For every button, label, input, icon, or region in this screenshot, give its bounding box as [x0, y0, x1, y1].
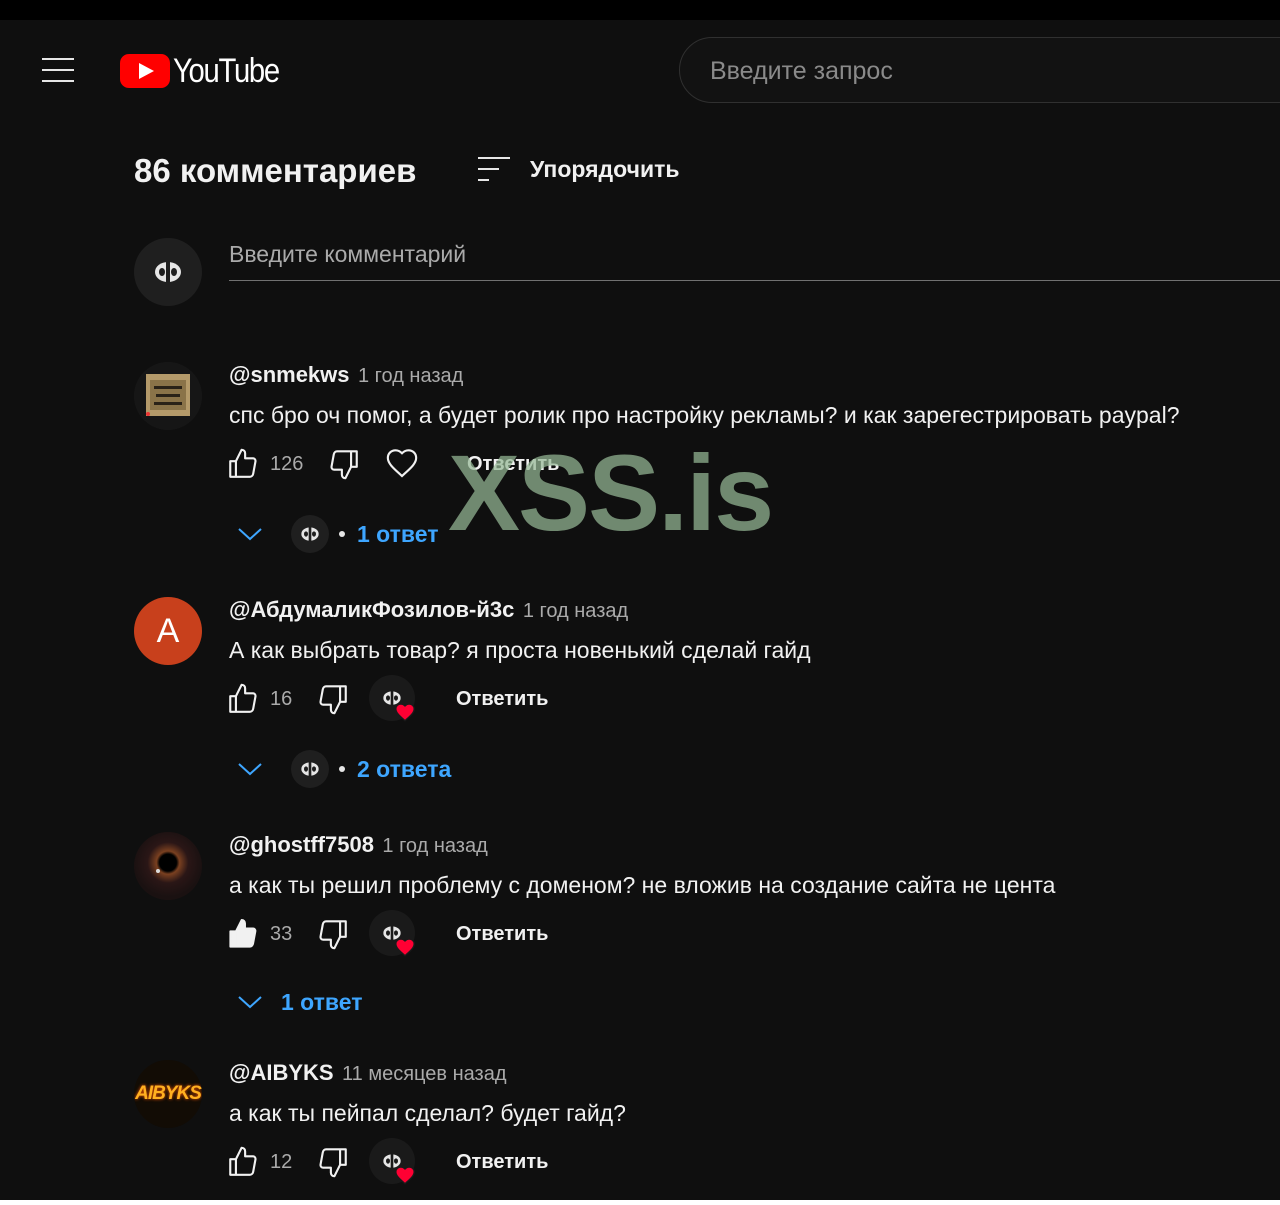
like-button[interactable]: [226, 1142, 260, 1182]
comment-author[interactable]: @snmekws: [229, 362, 350, 387]
comment-author[interactable]: @ghostff7508: [229, 832, 374, 857]
dislike-button[interactable]: [316, 914, 350, 954]
add-comment-input[interactable]: [229, 234, 1280, 274]
menu-icon[interactable]: [42, 58, 74, 82]
thumb-up-icon: [229, 1146, 257, 1176]
like-count: 12: [270, 1151, 293, 1173]
sort-icon: [478, 157, 510, 181]
thumb-down-icon: [319, 920, 347, 950]
thumb-down-icon: [319, 1148, 347, 1178]
like-count: 126: [270, 453, 304, 475]
creator-heart-badge: [369, 1138, 415, 1185]
sort-label: Упорядочить: [530, 155, 680, 182]
replies-count-link[interactable]: 2 ответа: [357, 756, 451, 783]
thumb-down-icon: [319, 685, 347, 715]
avatar-logo-text: AIBYKS: [135, 1083, 202, 1104]
dislike-button[interactable]: [327, 444, 361, 484]
chevron-down-icon: [238, 528, 262, 541]
chevron-down-icon: [238, 996, 262, 1009]
like-count: 16: [270, 688, 293, 710]
logo-text: YouTube: [173, 51, 280, 90]
thumb-up-filled-icon: [229, 918, 257, 948]
reply-button[interactable]: Ответить: [467, 444, 559, 484]
heart-filled-icon: [395, 1166, 415, 1185]
chevron-down-icon: [238, 763, 262, 776]
reply-button[interactable]: Ответить: [456, 914, 548, 954]
comment-text: а как ты пейпал сделал? будет гайд?: [229, 1100, 626, 1126]
youtube-play-icon: [120, 54, 170, 88]
heart-outline-icon: [386, 449, 418, 478]
like-button-active[interactable]: [226, 914, 260, 954]
user-glyph-icon: [301, 526, 319, 542]
thumb-down-icon: [330, 450, 358, 480]
reply-author-avatar: [291, 750, 329, 788]
like-button[interactable]: [226, 444, 260, 484]
avatar[interactable]: [134, 362, 202, 430]
avatar-letter: А: [156, 611, 180, 650]
sort-button[interactable]: Упорядочить: [478, 152, 680, 186]
replies-count-link[interactable]: 1 ответ: [281, 989, 363, 1016]
separator-dot: [339, 766, 345, 772]
dislike-button[interactable]: [316, 1142, 350, 1182]
thumb-up-icon: [229, 683, 257, 713]
heart-filled-icon: [395, 703, 415, 722]
user-glyph-icon: [301, 761, 319, 777]
avatar-image: [134, 832, 202, 900]
view-replies-button[interactable]: 1 ответ: [237, 982, 363, 1022]
comment-time[interactable]: 1 год назад: [382, 835, 487, 857]
view-replies-button[interactable]: 1 ответ: [237, 514, 439, 554]
comment-text: а как ты решил проблему с доменом? не вл…: [229, 872, 1056, 898]
youtube-logo[interactable]: YouTube: [120, 51, 296, 90]
comment-text: спс бро оч помог, а будет ролик про наст…: [229, 402, 1180, 428]
comment-author[interactable]: @AIBYKS: [229, 1060, 334, 1085]
top-border: [0, 0, 1280, 20]
like-button[interactable]: [226, 679, 260, 719]
comment-count: 86 комментариев: [134, 152, 417, 189]
avatar-image: [134, 362, 202, 430]
creator-heart-badge: [369, 910, 415, 957]
heart-filled-icon: [395, 938, 415, 957]
add-comment-field[interactable]: [229, 234, 1280, 281]
comment-time[interactable]: 1 год назад: [523, 600, 628, 622]
comment-author[interactable]: @АбдумаликФозилов-й3с: [229, 597, 514, 622]
search-box[interactable]: [679, 37, 1280, 104]
avatar[interactable]: [134, 832, 202, 900]
comment-text: А как выбрать товар? я проста новенький …: [229, 637, 811, 663]
comment-time[interactable]: 1 год назад: [358, 365, 463, 387]
current-user-avatar: [134, 238, 202, 306]
reply-button[interactable]: Ответить: [456, 679, 548, 719]
view-replies-button[interactable]: 2 ответа: [237, 749, 451, 789]
bottom-border: [0, 1200, 1280, 1205]
avatar[interactable]: А: [134, 597, 202, 665]
dislike-button[interactable]: [316, 679, 350, 719]
comment-time[interactable]: 11 месяцев назад: [342, 1063, 506, 1085]
heart-button[interactable]: [385, 444, 419, 484]
avatar[interactable]: AIBYKS: [134, 1060, 202, 1128]
separator-dot: [339, 531, 345, 537]
reply-button[interactable]: Ответить: [456, 1142, 548, 1182]
creator-heart-badge: [369, 675, 415, 722]
replies-count-link[interactable]: 1 ответ: [357, 521, 439, 548]
user-glyph-icon: [155, 261, 181, 283]
like-count: 33: [270, 923, 293, 945]
thumb-up-icon: [229, 448, 257, 478]
reply-author-avatar: [291, 515, 329, 553]
search-input[interactable]: [708, 38, 1272, 104]
